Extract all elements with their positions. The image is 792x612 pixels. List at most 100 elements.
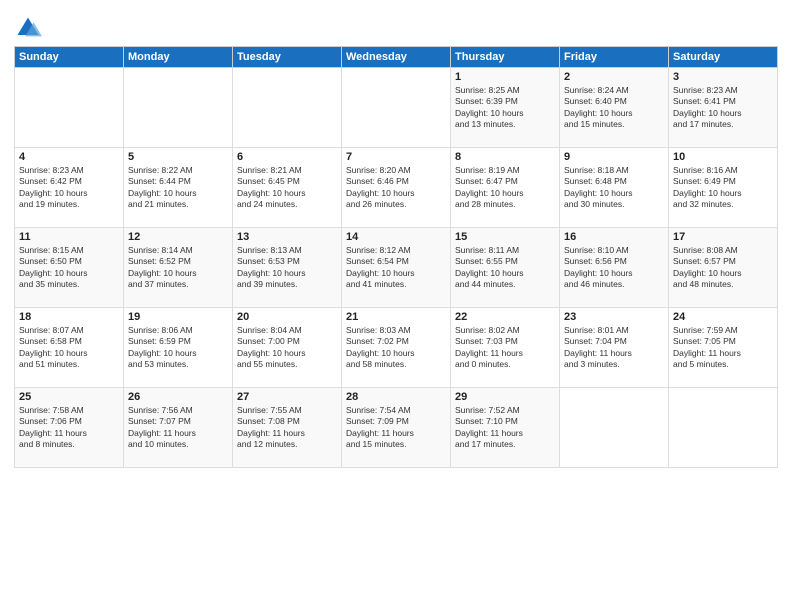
- logo-icon: [14, 14, 42, 42]
- day-cell: [342, 68, 451, 148]
- day-info: Sunrise: 8:10 AM Sunset: 6:56 PM Dayligh…: [564, 245, 664, 291]
- day-number: 17: [673, 231, 773, 243]
- main-container: SundayMondayTuesdayWednesdayThursdayFrid…: [0, 0, 792, 478]
- day-cell: 25Sunrise: 7:58 AM Sunset: 7:06 PM Dayli…: [15, 388, 124, 468]
- day-cell: [124, 68, 233, 148]
- day-info: Sunrise: 8:23 AM Sunset: 6:41 PM Dayligh…: [673, 85, 773, 131]
- day-info: Sunrise: 8:25 AM Sunset: 6:39 PM Dayligh…: [455, 85, 555, 131]
- day-number: 11: [19, 231, 119, 243]
- day-number: 15: [455, 231, 555, 243]
- col-header-tuesday: Tuesday: [233, 47, 342, 68]
- day-info: Sunrise: 8:13 AM Sunset: 6:53 PM Dayligh…: [237, 245, 337, 291]
- day-info: Sunrise: 8:14 AM Sunset: 6:52 PM Dayligh…: [128, 245, 228, 291]
- day-number: 10: [673, 151, 773, 163]
- week-row-1: 1 Sunrise: 8:25 AM Sunset: 6:39 PM Daylig…: [15, 68, 778, 148]
- day-info: Sunrise: 7:55 AM Sunset: 7:08 PM Dayligh…: [237, 405, 337, 451]
- day-number: 14: [346, 231, 446, 243]
- day-info: Sunrise: 8:04 AM Sunset: 7:00 PM Dayligh…: [237, 325, 337, 371]
- day-cell: 4 Sunrise: 8:23 AM Sunset: 6:42 PM Daylig…: [15, 148, 124, 228]
- day-cell: 1 Sunrise: 8:25 AM Sunset: 6:39 PM Daylig…: [451, 68, 560, 148]
- day-cell: 5Sunrise: 8:22 AM Sunset: 6:44 PM Daylig…: [124, 148, 233, 228]
- day-info: Sunrise: 8:15 AM Sunset: 6:50 PM Dayligh…: [19, 245, 119, 291]
- day-cell: 17 Sunrise: 8:08 AM Sunset: 6:57 PM Dayli…: [669, 228, 778, 308]
- day-number: 5: [128, 151, 228, 163]
- logo: [14, 14, 44, 42]
- header-row: SundayMondayTuesdayWednesdayThursdayFrid…: [15, 47, 778, 68]
- day-number: 9: [564, 151, 664, 163]
- day-number: 23: [564, 311, 664, 323]
- day-number: 19: [128, 311, 228, 323]
- day-cell: 6Sunrise: 8:21 AM Sunset: 6:45 PM Daylig…: [233, 148, 342, 228]
- header: [14, 10, 778, 42]
- day-info: Sunrise: 8:03 AM Sunset: 7:02 PM Dayligh…: [346, 325, 446, 371]
- day-info: Sunrise: 8:07 AM Sunset: 6:58 PM Dayligh…: [19, 325, 119, 371]
- day-number: 3: [673, 71, 773, 83]
- day-cell: 21 Sunrise: 8:03 AM Sunset: 7:02 PM Dayli…: [342, 308, 451, 388]
- col-header-thursday: Thursday: [451, 47, 560, 68]
- day-cell: 28 Sunrise: 7:54 AM Sunset: 7:09 PM Dayli…: [342, 388, 451, 468]
- day-number: 29: [455, 391, 555, 403]
- day-info: Sunrise: 7:58 AM Sunset: 7:06 PM Dayligh…: [19, 405, 119, 451]
- day-info: Sunrise: 8:20 AM Sunset: 6:46 PM Dayligh…: [346, 165, 446, 211]
- day-number: 21: [346, 311, 446, 323]
- day-cell: 2Sunrise: 8:24 AM Sunset: 6:40 PM Daylig…: [560, 68, 669, 148]
- col-header-friday: Friday: [560, 47, 669, 68]
- day-info: Sunrise: 7:54 AM Sunset: 7:09 PM Dayligh…: [346, 405, 446, 451]
- day-info: Sunrise: 7:56 AM Sunset: 7:07 PM Dayligh…: [128, 405, 228, 451]
- day-info: Sunrise: 8:16 AM Sunset: 6:49 PM Dayligh…: [673, 165, 773, 211]
- day-number: 7: [346, 151, 446, 163]
- day-cell: 13 Sunrise: 8:13 AM Sunset: 6:53 PM Dayli…: [233, 228, 342, 308]
- week-row-5: 25Sunrise: 7:58 AM Sunset: 7:06 PM Dayli…: [15, 388, 778, 468]
- day-number: 12: [128, 231, 228, 243]
- day-cell: 10 Sunrise: 8:16 AM Sunset: 6:49 PM Dayli…: [669, 148, 778, 228]
- day-number: 16: [564, 231, 664, 243]
- day-info: Sunrise: 8:12 AM Sunset: 6:54 PM Dayligh…: [346, 245, 446, 291]
- day-cell: 16 Sunrise: 8:10 AM Sunset: 6:56 PM Dayli…: [560, 228, 669, 308]
- day-info: Sunrise: 8:02 AM Sunset: 7:03 PM Dayligh…: [455, 325, 555, 371]
- day-number: 18: [19, 311, 119, 323]
- day-cell: [15, 68, 124, 148]
- day-number: 20: [237, 311, 337, 323]
- day-number: 27: [237, 391, 337, 403]
- day-info: Sunrise: 8:19 AM Sunset: 6:47 PM Dayligh…: [455, 165, 555, 211]
- day-cell: 8Sunrise: 8:19 AM Sunset: 6:47 PM Daylig…: [451, 148, 560, 228]
- day-info: Sunrise: 8:06 AM Sunset: 6:59 PM Dayligh…: [128, 325, 228, 371]
- day-number: 28: [346, 391, 446, 403]
- day-cell: 14 Sunrise: 8:12 AM Sunset: 6:54 PM Dayli…: [342, 228, 451, 308]
- day-cell: 12 Sunrise: 8:14 AM Sunset: 6:52 PM Dayli…: [124, 228, 233, 308]
- calendar-table: SundayMondayTuesdayWednesdayThursdayFrid…: [14, 46, 778, 468]
- col-header-wednesday: Wednesday: [342, 47, 451, 68]
- day-cell: 15 Sunrise: 8:11 AM Sunset: 6:55 PM Dayli…: [451, 228, 560, 308]
- day-cell: 7 Sunrise: 8:20 AM Sunset: 6:46 PM Daylig…: [342, 148, 451, 228]
- day-info: Sunrise: 8:23 AM Sunset: 6:42 PM Dayligh…: [19, 165, 119, 211]
- day-cell: 27 Sunrise: 7:55 AM Sunset: 7:08 PM Dayli…: [233, 388, 342, 468]
- day-number: 4: [19, 151, 119, 163]
- week-row-2: 4 Sunrise: 8:23 AM Sunset: 6:42 PM Daylig…: [15, 148, 778, 228]
- day-cell: 26 Sunrise: 7:56 AM Sunset: 7:07 PM Dayli…: [124, 388, 233, 468]
- day-number: 13: [237, 231, 337, 243]
- week-row-4: 18 Sunrise: 8:07 AM Sunset: 6:58 PM Dayli…: [15, 308, 778, 388]
- day-cell: 22Sunrise: 8:02 AM Sunset: 7:03 PM Dayli…: [451, 308, 560, 388]
- day-number: 24: [673, 311, 773, 323]
- day-cell: 3 Sunrise: 8:23 AM Sunset: 6:41 PM Daylig…: [669, 68, 778, 148]
- day-info: Sunrise: 8:21 AM Sunset: 6:45 PM Dayligh…: [237, 165, 337, 211]
- day-cell: [669, 388, 778, 468]
- day-cell: 11 Sunrise: 8:15 AM Sunset: 6:50 PM Dayli…: [15, 228, 124, 308]
- col-header-monday: Monday: [124, 47, 233, 68]
- col-header-saturday: Saturday: [669, 47, 778, 68]
- day-info: Sunrise: 8:08 AM Sunset: 6:57 PM Dayligh…: [673, 245, 773, 291]
- week-row-3: 11 Sunrise: 8:15 AM Sunset: 6:50 PM Dayli…: [15, 228, 778, 308]
- day-cell: [233, 68, 342, 148]
- day-cell: 18 Sunrise: 8:07 AM Sunset: 6:58 PM Dayli…: [15, 308, 124, 388]
- day-info: Sunrise: 8:11 AM Sunset: 6:55 PM Dayligh…: [455, 245, 555, 291]
- day-cell: 20 Sunrise: 8:04 AM Sunset: 7:00 PM Dayli…: [233, 308, 342, 388]
- day-number: 26: [128, 391, 228, 403]
- day-number: 1: [455, 71, 555, 83]
- day-cell: 23 Sunrise: 8:01 AM Sunset: 7:04 PM Dayli…: [560, 308, 669, 388]
- day-cell: 19 Sunrise: 8:06 AM Sunset: 6:59 PM Dayli…: [124, 308, 233, 388]
- day-cell: [560, 388, 669, 468]
- day-info: Sunrise: 7:52 AM Sunset: 7:10 PM Dayligh…: [455, 405, 555, 451]
- day-info: Sunrise: 8:01 AM Sunset: 7:04 PM Dayligh…: [564, 325, 664, 371]
- day-info: Sunrise: 8:18 AM Sunset: 6:48 PM Dayligh…: [564, 165, 664, 211]
- day-number: 2: [564, 71, 664, 83]
